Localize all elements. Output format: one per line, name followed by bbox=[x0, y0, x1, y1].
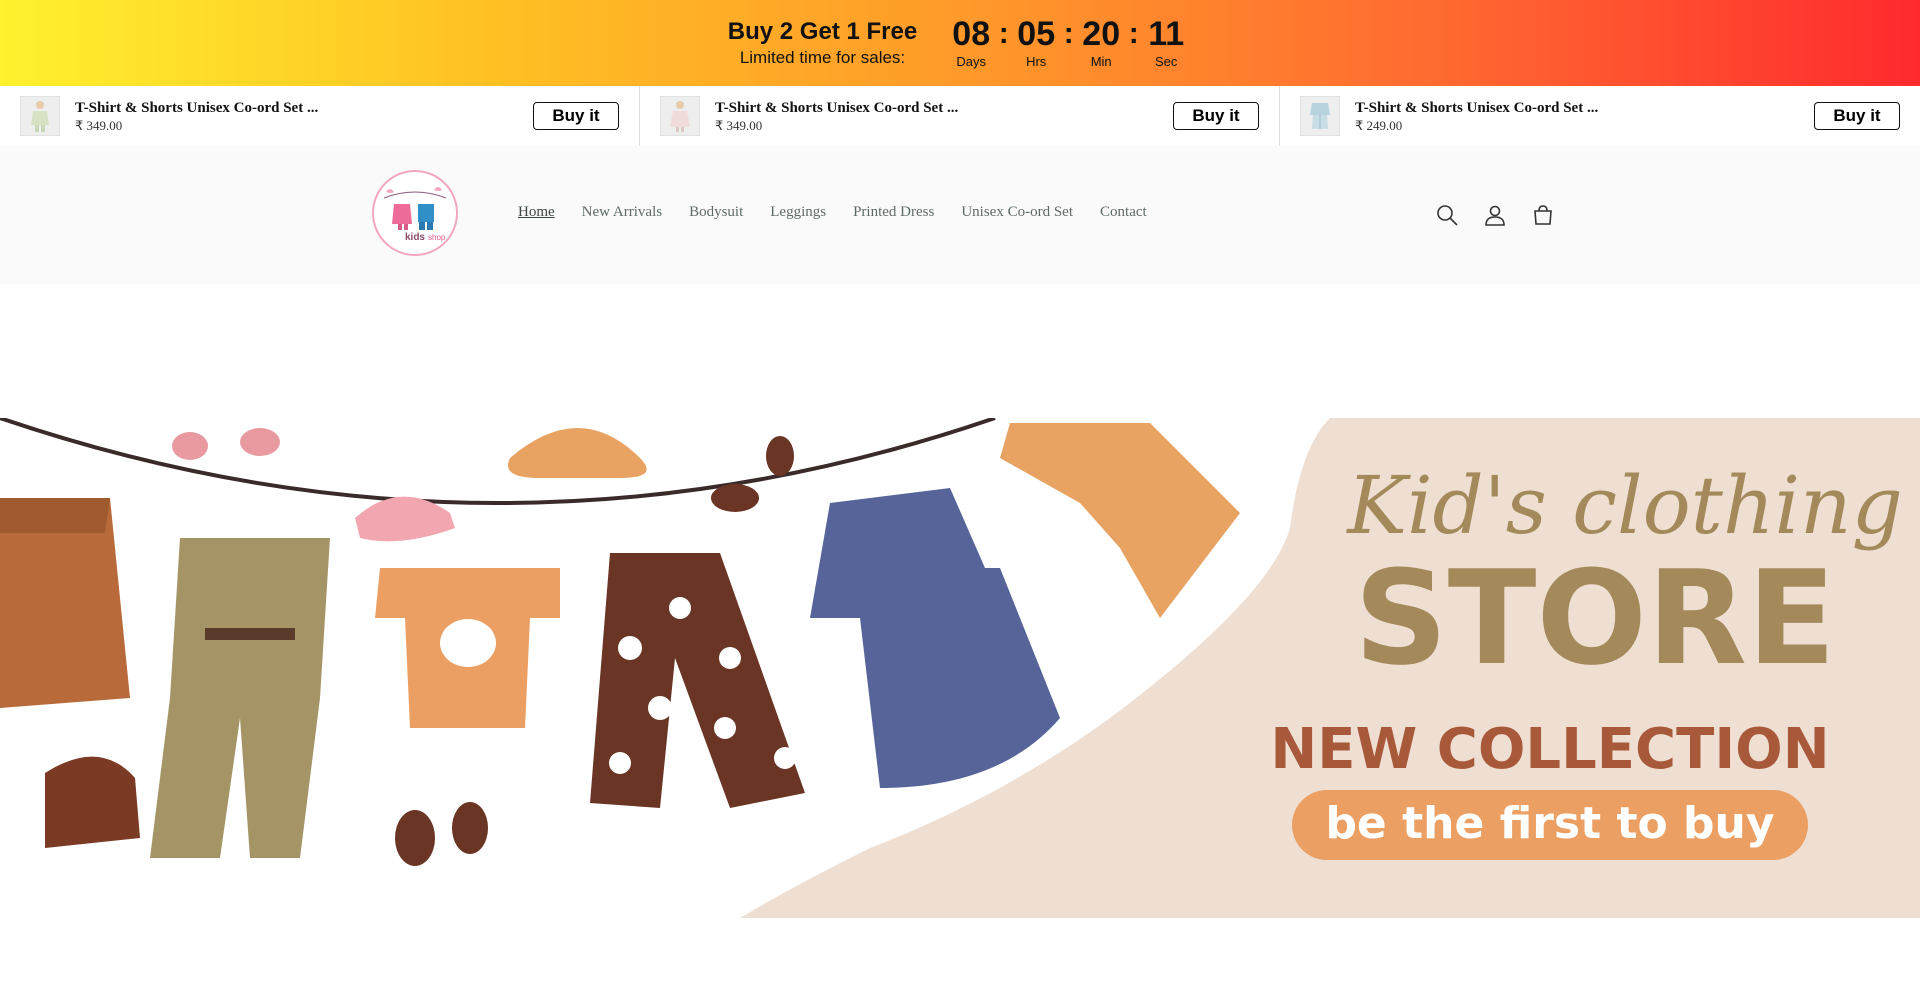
buy-it-button[interactable]: Buy it bbox=[533, 102, 619, 130]
account-icon[interactable] bbox=[1482, 202, 1508, 228]
header-icons bbox=[1434, 202, 1578, 228]
hero-cta: be the first to buy bbox=[1325, 798, 1774, 849]
countdown-label: Min bbox=[1090, 54, 1112, 69]
product-price: ₹ 349.00 bbox=[715, 117, 763, 133]
product-thumbnail[interactable] bbox=[1300, 96, 1340, 136]
strip-product: T-Shirt & Shorts Unisex Co-ord Set ... ₹… bbox=[1280, 86, 1920, 146]
nav-leggings[interactable]: Leggings bbox=[770, 204, 826, 221]
countdown-label: Sec bbox=[1155, 54, 1178, 69]
promo-title: Buy 2 Get 1 Free bbox=[727, 18, 918, 45]
product-price: ₹ 249.00 bbox=[1355, 117, 1403, 133]
product-name[interactable]: T-Shirt & Shorts Unisex Co-ord Set ... bbox=[75, 99, 533, 117]
promo-subtitle: Limited time for sales: bbox=[739, 48, 906, 67]
countdown-separator: : bbox=[998, 17, 1009, 50]
strip-product-info: T-Shirt & Shorts Unisex Co-ord Set ... ₹… bbox=[1355, 99, 1814, 134]
hero-banner[interactable]: Kid's clothing STORE NEW COLLECTION be t… bbox=[0, 418, 1920, 918]
countdown-value: 05 bbox=[1017, 15, 1056, 53]
product-thumbnail[interactable] bbox=[20, 96, 60, 136]
site-header: kids shop Home New Arrivals Bodysuit Leg… bbox=[0, 146, 1920, 284]
cart-icon[interactable] bbox=[1530, 202, 1556, 228]
hero-script-title: Kid's clothing bbox=[1345, 459, 1903, 552]
nav-contact[interactable]: Contact bbox=[1100, 204, 1147, 221]
strip-product: T-Shirt & Shorts Unisex Co-ord Set ... ₹… bbox=[0, 86, 640, 146]
main-nav: Home New Arrivals Bodysuit Leggings Prin… bbox=[518, 204, 1174, 221]
strip-product: T-Shirt & Shorts Unisex Co-ord Set ... ₹… bbox=[640, 86, 1280, 146]
buy-it-button[interactable]: Buy it bbox=[1173, 102, 1259, 130]
countdown-seconds: 11 Sec bbox=[1140, 16, 1192, 70]
hero-illustration: Kid's clothing STORE NEW COLLECTION be t… bbox=[0, 418, 1920, 918]
strip-product-info: T-Shirt & Shorts Unisex Co-ord Set ... ₹… bbox=[75, 99, 533, 134]
product-name[interactable]: T-Shirt & Shorts Unisex Co-ord Set ... bbox=[715, 99, 1173, 117]
product-thumbnail[interactable] bbox=[660, 96, 700, 136]
promo-text: Buy 2 Get 1 Free Limited time for sales: bbox=[728, 18, 917, 68]
nav-unisex-co-ord-set[interactable]: Unisex Co-ord Set bbox=[961, 204, 1073, 221]
strip-product-info: T-Shirt & Shorts Unisex Co-ord Set ... ₹… bbox=[715, 99, 1173, 134]
buy-it-button[interactable]: Buy it bbox=[1814, 102, 1900, 130]
countdown-separator: : bbox=[1128, 17, 1139, 50]
nav-new-arrivals[interactable]: New Arrivals bbox=[582, 204, 662, 221]
countdown-label: Hrs bbox=[1026, 54, 1047, 69]
hero-collection: NEW COLLECTION bbox=[1270, 717, 1829, 782]
countdown-timer: 08 Days : 05 Hrs : 20 Min : 11 Sec bbox=[945, 16, 1192, 70]
countdown-value: 20 bbox=[1082, 15, 1121, 53]
nav-home[interactable]: Home bbox=[518, 204, 555, 221]
hero-main-title: STORE bbox=[1354, 542, 1836, 694]
countdown-separator: : bbox=[1063, 17, 1074, 50]
product-price: ₹ 349.00 bbox=[75, 117, 123, 133]
countdown-hours: 05 Hrs bbox=[1010, 16, 1062, 70]
countdown-label: Days bbox=[956, 54, 987, 69]
svg-text:shop: shop bbox=[428, 233, 446, 242]
promo-bar: Buy 2 Get 1 Free Limited time for sales:… bbox=[0, 0, 1920, 86]
countdown-days: 08 Days bbox=[945, 16, 997, 70]
countdown-value: 08 bbox=[952, 15, 991, 53]
store-logo[interactable]: kids shop bbox=[372, 170, 458, 256]
product-name[interactable]: T-Shirt & Shorts Unisex Co-ord Set ... bbox=[1355, 99, 1814, 117]
product-strip: T-Shirt & Shorts Unisex Co-ord Set ... ₹… bbox=[0, 86, 1920, 146]
countdown-minutes: 20 Min bbox=[1075, 16, 1127, 70]
svg-text:kids: kids bbox=[405, 232, 425, 243]
countdown-value: 11 bbox=[1148, 15, 1185, 53]
nav-bodysuit[interactable]: Bodysuit bbox=[689, 204, 743, 221]
nav-printed-dress[interactable]: Printed Dress bbox=[853, 204, 934, 221]
search-icon[interactable] bbox=[1434, 202, 1460, 228]
